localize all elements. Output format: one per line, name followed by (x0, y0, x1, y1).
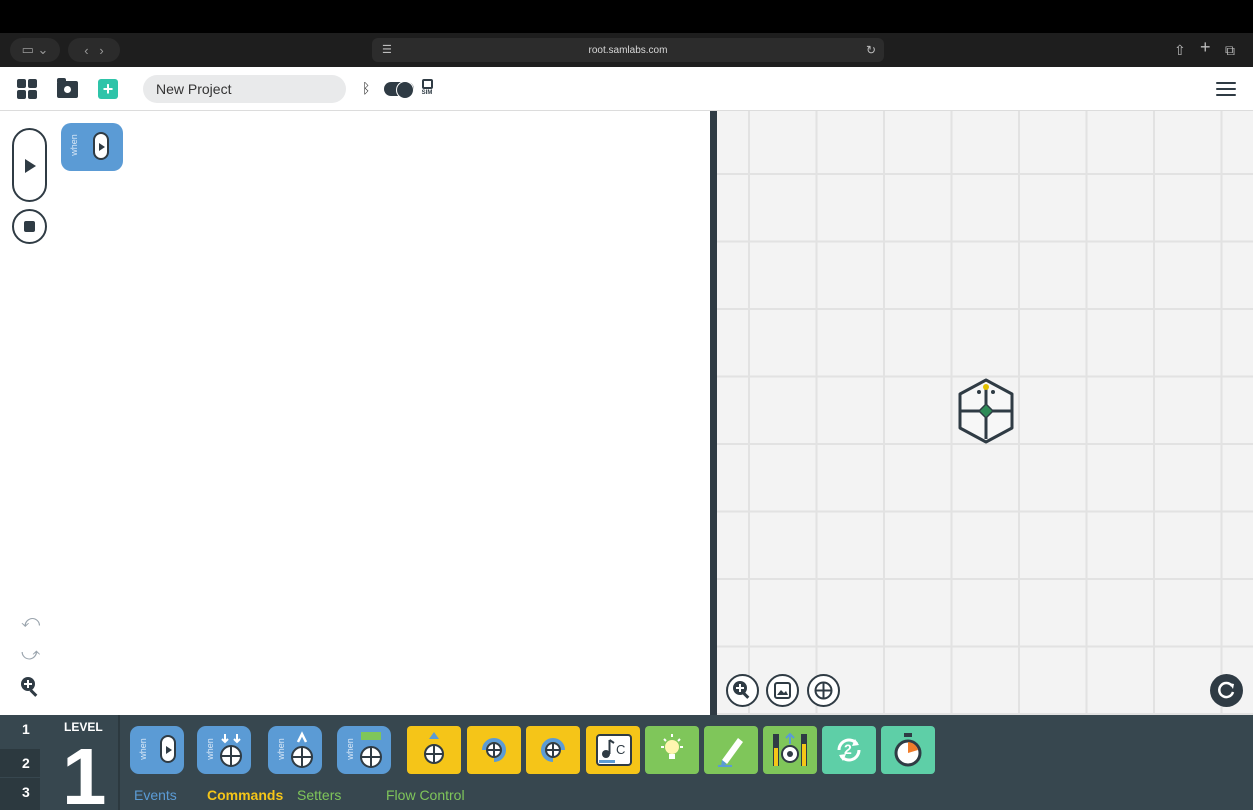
timer-icon (894, 733, 922, 767)
palette-set-pen-block[interactable] (704, 726, 758, 774)
redo-icon[interactable]: ⤻ (21, 644, 40, 665)
category-events[interactable]: Events (134, 787, 177, 803)
robot-icon[interactable] (954, 377, 1018, 445)
category-commands[interactable]: Commands (207, 787, 283, 803)
robot-small-icon (814, 681, 833, 700)
speed-wheel-icon (773, 732, 807, 766)
pickup-robot-icon (291, 731, 313, 768)
sidebar-toggle-button[interactable]: ▭ ⌄ (10, 38, 60, 62)
when-label: when (344, 738, 355, 760)
panel-divider[interactable] (710, 111, 717, 715)
turn-left-icon (482, 738, 506, 762)
music-note-icon (596, 734, 632, 766)
sim-label: SIM (421, 90, 433, 96)
tabs-overview-icon[interactable]: ⧉ (1225, 42, 1235, 58)
browser-toolbar: ▭ ⌄ ‹ › ☰ root.samlabs.com ↻ ⇧ + ⧉ (0, 33, 1253, 67)
back-forward-buttons[interactable]: ‹ › (68, 38, 120, 62)
palette-set-speed-block[interactable] (763, 726, 817, 774)
play-pill-icon (93, 132, 109, 160)
run-button[interactable] (12, 128, 47, 202)
level-1-tab[interactable]: 1 (0, 715, 40, 743)
palette-when-start-block[interactable]: when (130, 726, 184, 774)
apps-grid-icon[interactable] (17, 79, 37, 99)
bump-robot-icon (220, 734, 242, 767)
projects-folder-icon[interactable] (57, 78, 78, 98)
app-root: ▭ ⌄ ‹ › ☰ root.samlabs.com ↻ ⇧ + ⧉ + ᛒ S… (0, 0, 1253, 810)
when-label: when (137, 738, 148, 760)
sidebar-icon: ▭ ⌄ (21, 42, 49, 57)
line-sensor-robot-icon (360, 732, 382, 768)
bluetooth-icon[interactable]: ᛒ (362, 80, 370, 96)
palette-play-note-block[interactable]: C (586, 726, 640, 774)
background-image-button[interactable] (766, 674, 799, 707)
reload-icon[interactable]: ↻ (866, 42, 876, 58)
palette-when-bump-block[interactable]: when (197, 726, 251, 774)
forward-icon[interactable]: › (99, 43, 103, 58)
undo-icon[interactable]: ⤺ (21, 611, 40, 632)
canvas-zoom-button[interactable] (726, 674, 759, 707)
pen-icon (718, 738, 743, 767)
reset-simulation-button[interactable] (1210, 674, 1243, 707)
sim-mode-toggle[interactable] (384, 81, 414, 99)
code-workspace[interactable]: when ⤺ ⤻ (0, 111, 710, 715)
when-label: when (275, 738, 286, 760)
tab-settings-icon[interactable]: ☰ (382, 42, 392, 58)
palette-set-light-block[interactable] (645, 726, 699, 774)
palette-when-line-block[interactable]: when (337, 726, 391, 774)
turn-right-icon (541, 738, 565, 762)
forward-arrow-icon (424, 732, 444, 764)
lightbulb-icon (661, 734, 683, 759)
level-3-tab[interactable]: 3 (0, 778, 40, 810)
palette-repeat-block[interactable]: 2 (822, 726, 876, 774)
level-display: LEVEL 1 (40, 715, 120, 810)
play-pill-icon (160, 735, 176, 763)
level-2-tab[interactable]: 2 (0, 749, 40, 777)
zoom-in-icon (733, 681, 750, 699)
robot-center-button[interactable] (807, 674, 840, 707)
new-project-button[interactable]: + (98, 79, 118, 99)
palette-turn-left-block[interactable] (467, 726, 521, 774)
when-label: when (204, 738, 215, 760)
block-palette: 1 2 3 LEVEL 1 when when when when C 2 Ev… (0, 715, 1253, 810)
category-flow-control[interactable]: Flow Control (386, 787, 465, 803)
image-icon (774, 682, 791, 699)
project-name-input[interactable] (143, 75, 346, 103)
palette-wait-block[interactable] (881, 726, 935, 774)
stop-button[interactable] (12, 209, 47, 244)
when-start-block[interactable]: when (61, 123, 123, 171)
note-label: C (616, 742, 626, 757)
palette-when-shake-block[interactable]: when (268, 726, 322, 774)
zoom-in-icon[interactable] (19, 675, 41, 697)
category-setters[interactable]: Setters (297, 787, 341, 803)
current-level-number: 1 (62, 732, 107, 810)
app-toolbar: + ᛒ SIM (0, 67, 1253, 111)
refresh-icon (1218, 681, 1235, 699)
palette-move-forward-block[interactable] (407, 726, 461, 774)
new-tab-icon[interactable]: + (1200, 38, 1211, 56)
repeat-count: 2 (844, 741, 852, 757)
level-selector: 1 2 3 (0, 715, 40, 810)
menu-icon[interactable] (1216, 82, 1236, 96)
back-icon[interactable]: ‹ (84, 43, 88, 58)
share-icon[interactable]: ⇧ (1174, 42, 1186, 58)
simulator-canvas[interactable] (717, 111, 1253, 715)
when-label: when (68, 134, 79, 156)
url-text: root.samlabs.com (588, 44, 668, 56)
address-bar[interactable]: ☰ root.samlabs.com ↻ (372, 38, 884, 62)
screen-top-bezel (0, 0, 1253, 33)
sim-icon: SIM (420, 79, 434, 99)
palette-turn-right-block[interactable] (526, 726, 580, 774)
